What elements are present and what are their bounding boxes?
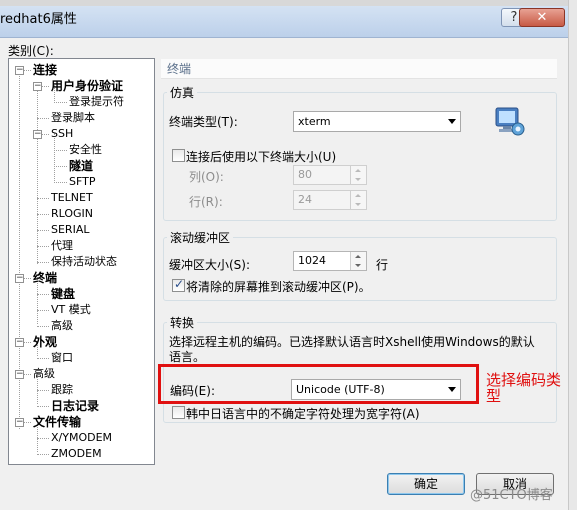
buffer-size-spinner-buttons[interactable] <box>350 252 366 270</box>
terminal-type-value: xterm <box>298 115 331 128</box>
tree-guide-line <box>37 294 49 295</box>
tree-guide-line <box>37 246 49 247</box>
tree-guide-line <box>37 214 49 215</box>
tree-collapse-icon[interactable]: − <box>15 274 24 283</box>
close-icon: ✕ <box>536 10 548 25</box>
tree-item[interactable]: 连接 <box>33 63 57 77</box>
tree-guide-line <box>54 102 67 103</box>
push-to-scrollback-label: 将清除的屏幕推到滚动缓冲区(P)。 <box>186 280 371 294</box>
rows-spinner-buttons[interactable] <box>350 191 366 209</box>
tree-item[interactable]: SFTP <box>69 175 95 189</box>
tree-guide-line <box>37 326 49 327</box>
spin-down-icon <box>351 200 366 209</box>
tree-guide-line <box>37 406 49 407</box>
category-label: 类别(C): <box>8 44 54 58</box>
tree-item[interactable]: 高级 <box>33 367 55 381</box>
tree-item[interactable]: 登录提示符 <box>69 95 124 109</box>
tree-item[interactable]: 键盘 <box>51 287 75 301</box>
tree-item[interactable]: ZMODEM <box>51 447 102 461</box>
tree-item[interactable]: 文件传输 <box>33 415 81 429</box>
tree-item[interactable]: 终端 <box>33 271 57 285</box>
tree-item[interactable]: 代理 <box>51 239 73 253</box>
tree-item[interactable]: 保持活动状态 <box>51 255 117 269</box>
fixed-size-label: 连接后使用以下终端大小(U) <box>186 150 337 164</box>
tree-item[interactable]: TELNET <box>51 191 93 205</box>
terminal-computer-icon <box>494 106 526 138</box>
watermark: @51CTO博客 <box>470 488 553 503</box>
tree-item[interactable]: X/YMODEM <box>51 431 112 445</box>
ok-button[interactable]: 确定 <box>387 473 465 495</box>
tree-guide-line <box>37 390 49 391</box>
tree-item[interactable]: 安全性 <box>69 143 102 157</box>
tree-item[interactable]: SSH <box>51 127 73 141</box>
tree-guide-line <box>37 358 49 359</box>
buffer-unit-label: 行 <box>376 258 389 272</box>
tree-item[interactable]: VT 模式 <box>51 303 91 317</box>
tree-guide-line <box>37 310 49 311</box>
terminal-type-label: 终端类型(T): <box>169 115 238 129</box>
tree-guide-line <box>37 454 49 455</box>
rows-label: 行(R): <box>189 195 223 209</box>
tree-item[interactable]: RLOGIN <box>51 207 93 221</box>
push-to-scrollback-checkbox[interactable] <box>172 277 185 292</box>
tree-item[interactable]: 登录脚本 <box>51 111 95 125</box>
cjk-wide-char-label: 韩中日语言中的不确定字符处理为宽字符(A) <box>186 407 420 421</box>
encoding-description: 选择远程主机的编码。已选择默认语言时Xshell使用Windows的默认语言。 <box>169 335 535 364</box>
emulation-group-title: 仿真 <box>167 84 198 101</box>
translation-group-title: 转换 <box>167 314 198 331</box>
tree-guide-line <box>37 438 49 439</box>
buffer-size-label: 缓冲区大小(S): <box>169 258 251 272</box>
tree-guide-line <box>37 262 49 263</box>
tree-collapse-icon[interactable]: − <box>15 66 24 75</box>
tree-item[interactable]: 用户身份验证 <box>51 79 123 93</box>
tree-collapse-icon[interactable]: − <box>15 370 24 379</box>
fixed-size-checkbox[interactable] <box>172 149 185 162</box>
close-button[interactable]: ✕ <box>519 8 565 27</box>
tree-item[interactable]: 外观 <box>33 335 57 349</box>
spin-down-icon <box>351 261 366 270</box>
tree-collapse-icon[interactable]: − <box>33 130 42 139</box>
tree-guide-line <box>37 118 49 119</box>
tree-guide-line <box>37 85 38 264</box>
tree-guide-line <box>54 166 67 167</box>
cols-spinner[interactable]: 80 <box>293 165 367 185</box>
category-tree[interactable]: − 连接 − 用户身份验证 登录提示符 登录脚本 − SSH 安全性 隧道 SFTP TELNET RL… <box>8 58 155 465</box>
tree-item[interactable]: 高级 <box>51 319 73 333</box>
tree-guide-line <box>54 182 67 183</box>
cjk-wide-char-checkbox[interactable] <box>172 406 185 419</box>
spin-down-icon <box>351 175 366 184</box>
cols-spinner-buttons[interactable] <box>350 166 366 184</box>
buffer-size-spinner[interactable]: 1024 <box>293 251 367 271</box>
terminal-type-select[interactable]: xterm <box>293 111 461 132</box>
tree-collapse-icon[interactable]: − <box>15 338 24 347</box>
rows-value: 24 <box>298 193 312 206</box>
cols-value: 80 <box>298 168 312 181</box>
panel-header: 终端 <box>161 59 557 79</box>
tree-item[interactable]: 窗口 <box>51 351 73 365</box>
title-bar <box>0 6 568 38</box>
tree-item[interactable]: 隧道 <box>69 159 93 173</box>
tree-guide-line <box>37 230 49 231</box>
tree-item[interactable]: 跟踪 <box>51 383 73 397</box>
background-app-strip-right <box>568 0 577 510</box>
buffer-size-value: 1024 <box>298 254 326 267</box>
annotation-text: 选择编码类型 <box>486 371 562 405</box>
tree-collapse-icon[interactable]: − <box>15 418 24 427</box>
tree-item[interactable]: 日志记录 <box>51 399 99 413</box>
tree-guide-line <box>54 150 67 151</box>
cols-label: 列(O): <box>189 170 224 184</box>
scrollback-group-title: 滚动缓冲区 <box>167 229 234 246</box>
tree-guide-line <box>37 198 49 199</box>
annotation-highlight-box <box>158 364 479 404</box>
chevron-down-icon <box>448 119 456 124</box>
window-title: redhat6属性 <box>0 12 77 27</box>
rows-spinner[interactable]: 24 <box>293 190 367 210</box>
tree-collapse-icon[interactable]: − <box>33 82 42 91</box>
tree-item[interactable]: SERIAL <box>51 223 89 237</box>
